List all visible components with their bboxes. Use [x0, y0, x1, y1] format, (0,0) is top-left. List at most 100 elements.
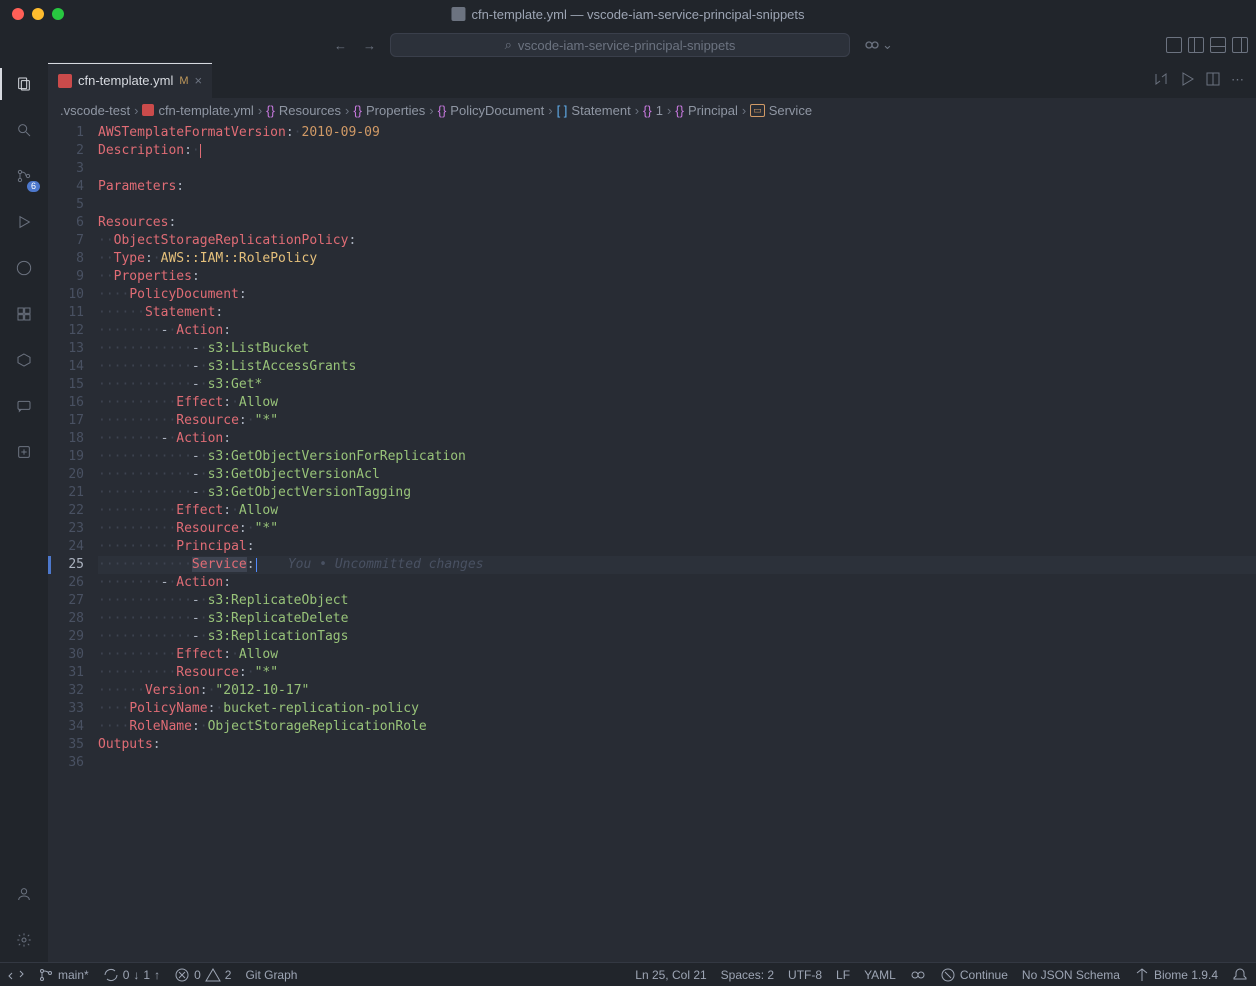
- code-line[interactable]: ··········Resource:·"*": [98, 412, 1256, 430]
- chat-view-button[interactable]: [10, 392, 38, 420]
- sync-button[interactable]: 0↓ 1↑: [103, 967, 160, 983]
- search-icon: ⌕: [505, 37, 512, 53]
- search-view-button[interactable]: [10, 116, 38, 144]
- compare-changes-button[interactable]: [1153, 71, 1169, 90]
- code-line[interactable]: ············-·s3:ReplicateObject: [98, 592, 1256, 610]
- code-line[interactable]: ······Statement:: [98, 304, 1256, 322]
- tab-cfn-template[interactable]: cfn-template.yml M ×: [48, 62, 212, 98]
- code-line[interactable]: ············-·s3:GetObjectVersionTagging: [98, 484, 1256, 502]
- code-content[interactable]: AWSTemplateFormatVersion:·2010-09-09Desc…: [98, 122, 1256, 962]
- window-title: cfn-template.yml — vscode-iam-service-pr…: [471, 7, 804, 22]
- split-editor-button[interactable]: [1205, 71, 1221, 90]
- code-line[interactable]: ··Type:·AWS::IAM::RolePolicy: [98, 250, 1256, 268]
- code-line[interactable]: ············Service: You • Uncommitted c…: [98, 556, 1256, 574]
- layout-sidebar-left-icon[interactable]: [1188, 37, 1204, 53]
- continue-button[interactable]: Continue: [940, 967, 1008, 983]
- window-maximize-button[interactable]: [52, 8, 64, 20]
- more-actions-button[interactable]: ⋯: [1231, 72, 1244, 88]
- code-line[interactable]: Parameters:: [98, 178, 1256, 196]
- breadcrumbs[interactable]: .vscode-test › cfn-template.yml › {}Reso…: [48, 98, 1256, 122]
- code-line[interactable]: Description:·: [98, 142, 1256, 160]
- extensions-view-button[interactable]: [10, 300, 38, 328]
- window-minimize-button[interactable]: [32, 8, 44, 20]
- json-schema-button[interactable]: No JSON Schema: [1022, 968, 1120, 982]
- breadcrumb-index[interactable]: 1: [656, 103, 663, 118]
- encoding-button[interactable]: UTF-8: [788, 968, 822, 982]
- titlebar: cfn-template.yml — vscode-iam-service-pr…: [0, 0, 1256, 28]
- code-line[interactable]: Resources:: [98, 214, 1256, 232]
- tab-close-button[interactable]: ×: [195, 73, 203, 88]
- code-line[interactable]: ··········Principal:: [98, 538, 1256, 556]
- code-line[interactable]: ··Properties:: [98, 268, 1256, 286]
- code-line[interactable]: ············-·s3:GetObjectVersionForRepl…: [98, 448, 1256, 466]
- code-line[interactable]: [98, 754, 1256, 772]
- run-debug-view-button[interactable]: [10, 208, 38, 236]
- command-center-search[interactable]: ⌕ vscode-iam-service-principal-snippets: [390, 33, 850, 57]
- layout-sidebar-right-icon[interactable]: [1232, 37, 1248, 53]
- copilot-button[interactable]: ⌄: [858, 37, 899, 53]
- language-mode-button[interactable]: YAML: [864, 968, 896, 982]
- code-line[interactable]: ····RoleName:·ObjectStorageReplicationRo…: [98, 718, 1256, 736]
- code-line[interactable]: ··ObjectStorageReplicationPolicy:: [98, 232, 1256, 250]
- yaml-file-icon: [58, 74, 72, 88]
- aws-view-button[interactable]: [10, 346, 38, 374]
- tab-modified-indicator: M: [179, 75, 188, 87]
- code-line[interactable]: ····PolicyDocument:: [98, 286, 1256, 304]
- code-line[interactable]: [98, 160, 1256, 178]
- code-line[interactable]: ····PolicyName:·bucket-replication-polic…: [98, 700, 1256, 718]
- code-line[interactable]: ··········Effect:·Allow: [98, 394, 1256, 412]
- remote-button[interactable]: [8, 967, 24, 983]
- code-line[interactable]: ············-·s3:ListBucket: [98, 340, 1256, 358]
- code-line[interactable]: ············-·s3:ReplicationTags: [98, 628, 1256, 646]
- code-line[interactable]: ··········Effect:·Allow: [98, 646, 1256, 664]
- code-line[interactable]: ········-·Action:: [98, 574, 1256, 592]
- code-line[interactable]: ············-·s3:ListAccessGrants: [98, 358, 1256, 376]
- code-line[interactable]: ··········Effect:·Allow: [98, 502, 1256, 520]
- breadcrumb-file[interactable]: cfn-template.yml: [158, 103, 253, 118]
- nav-back-button[interactable]: ←: [328, 36, 353, 55]
- accounts-button[interactable]: [10, 880, 38, 908]
- breadcrumb-statement[interactable]: Statement: [571, 103, 630, 118]
- code-line[interactable]: ··········Resource:·"*": [98, 664, 1256, 682]
- breadcrumb-resources[interactable]: Resources: [279, 103, 341, 118]
- title-file-icon: [451, 7, 465, 21]
- breadcrumb-policydocument[interactable]: PolicyDocument: [450, 103, 544, 118]
- editor-body[interactable]: 1234567891011121314151617181920212223242…: [48, 122, 1256, 962]
- breadcrumb-principal[interactable]: Principal: [688, 103, 738, 118]
- eol-button[interactable]: LF: [836, 968, 850, 982]
- indentation-button[interactable]: Spaces: 2: [721, 968, 774, 982]
- run-button[interactable]: [1179, 71, 1195, 90]
- breadcrumb-folder[interactable]: .vscode-test: [60, 103, 130, 118]
- window-close-button[interactable]: [12, 8, 24, 20]
- code-line[interactable]: AWSTemplateFormatVersion:·2010-09-09: [98, 124, 1256, 142]
- github-view-button[interactable]: [10, 254, 38, 282]
- nav-forward-button[interactable]: →: [357, 36, 382, 55]
- code-line[interactable]: ············-·s3:GetObjectVersionAcl: [98, 466, 1256, 484]
- add-view-button[interactable]: [10, 438, 38, 466]
- breadcrumb-service[interactable]: Service: [769, 103, 812, 118]
- cursor-position[interactable]: Ln 25, Col 21: [635, 968, 706, 982]
- settings-button[interactable]: [10, 926, 38, 954]
- layout-panel-icon[interactable]: [1210, 37, 1226, 53]
- yaml-file-icon: [142, 104, 154, 116]
- biome-button[interactable]: Biome 1.9.4: [1134, 967, 1218, 983]
- toggle-primary-sidebar-button[interactable]: [1166, 37, 1182, 53]
- code-line[interactable]: Outputs:: [98, 736, 1256, 754]
- problems-button[interactable]: 0 2: [174, 967, 231, 983]
- explorer-view-button[interactable]: [10, 70, 38, 98]
- copilot-status-icon[interactable]: [910, 967, 926, 983]
- scm-view-button[interactable]: 6: [10, 162, 38, 190]
- code-line[interactable]: ············-·s3:ReplicateDelete: [98, 610, 1256, 628]
- code-line[interactable]: ········-·Action:: [98, 322, 1256, 340]
- notifications-button[interactable]: [1232, 967, 1248, 983]
- code-line[interactable]: [98, 196, 1256, 214]
- code-line[interactable]: ······Version:·"2012-10-17": [98, 682, 1256, 700]
- branch-button[interactable]: main*: [38, 967, 89, 983]
- line-number-gutter: 1234567891011121314151617181920212223242…: [48, 122, 98, 962]
- breadcrumb-properties[interactable]: Properties: [366, 103, 425, 118]
- code-line[interactable]: ············-·s3:Get*: [98, 376, 1256, 394]
- git-graph-button[interactable]: Git Graph: [245, 968, 297, 982]
- code-line[interactable]: ··········Resource:·"*": [98, 520, 1256, 538]
- code-line[interactable]: ········-·Action:: [98, 430, 1256, 448]
- tab-filename: cfn-template.yml: [78, 73, 173, 88]
